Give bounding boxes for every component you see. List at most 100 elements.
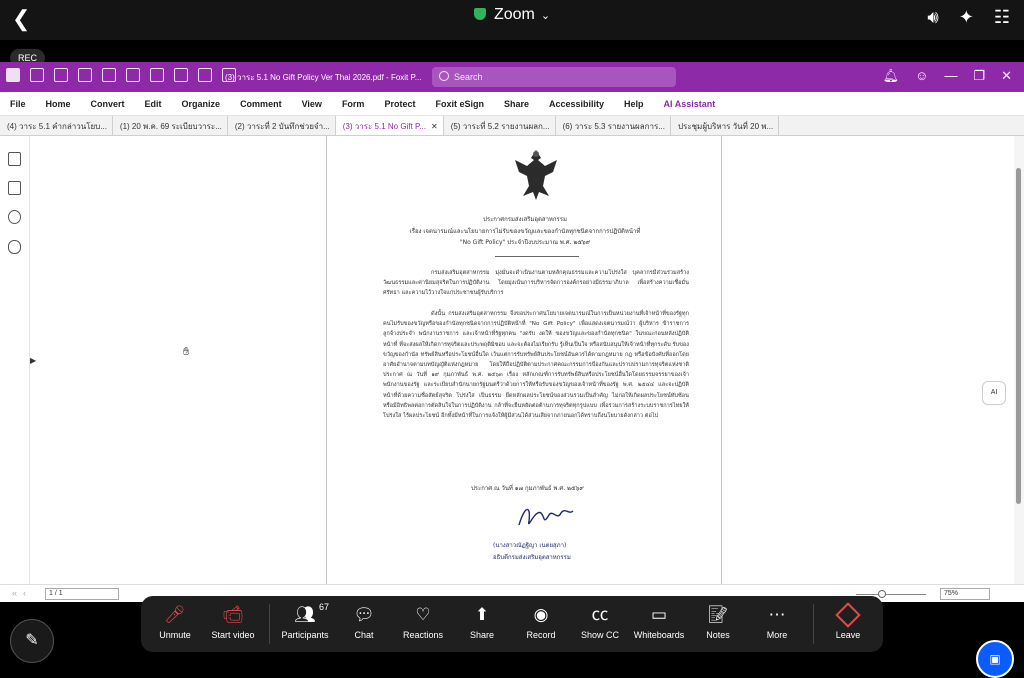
page-number-input[interactable]: 1 / 1 bbox=[45, 588, 119, 600]
camera-floating-button[interactable]: ▣ bbox=[976, 640, 1014, 678]
zoom-level-select[interactable]: 75% bbox=[940, 588, 990, 600]
microphone-muted-icon: 🎤︎ bbox=[164, 605, 186, 624]
search-icon bbox=[439, 71, 449, 81]
redo-icon[interactable] bbox=[174, 68, 188, 82]
chat-button[interactable]: 💬︎ Chat bbox=[335, 604, 393, 640]
attachment-icon[interactable] bbox=[8, 240, 21, 254]
page-nav-arrows[interactable]: «‹ bbox=[12, 588, 32, 598]
start-video-label: Start video bbox=[211, 630, 255, 640]
announcement-subtitle: "No Gift Policy" ประจำปีงบประมาณ พ.ศ. ๒๕… bbox=[459, 239, 591, 246]
bookmark-icon[interactable] bbox=[8, 152, 21, 166]
speaker-icon[interactable]: 🔊︎ bbox=[927, 7, 938, 28]
close-icon[interactable]: ✕ bbox=[1001, 68, 1012, 84]
minimize-icon[interactable]: — bbox=[944, 68, 957, 84]
menu-convert[interactable]: Convert bbox=[91, 99, 125, 109]
doc-tab-active[interactable]: (3) วาระ 5.1 No Gift P... ✕ bbox=[335, 116, 444, 135]
doc-tab[interactable]: (1) 20 พ.ค. 69 ระเบียบวาระ... bbox=[113, 116, 228, 135]
share-button[interactable]: ⬆ Share bbox=[453, 604, 511, 640]
share-label: Share bbox=[469, 630, 495, 640]
more-button[interactable]: ⋯ More bbox=[748, 604, 806, 640]
record-button[interactable]: ◉ Record bbox=[512, 604, 570, 640]
show-cc-label: Show CC bbox=[580, 630, 619, 640]
announcement-heading: ประกาศกรมส่งเสริมอุตสาหกรรม bbox=[483, 216, 567, 223]
chevron-down-icon: ⌄ bbox=[540, 10, 551, 22]
bell-icon[interactable]: 🔔︎ bbox=[883, 68, 900, 84]
annotate-pencil-button[interactable]: ✎ bbox=[10, 619, 54, 663]
comment-icon[interactable] bbox=[8, 210, 21, 224]
zoom-slider-knob[interactable] bbox=[878, 590, 886, 598]
open-folder-icon[interactable] bbox=[30, 68, 44, 82]
notes-icon: 📝︎ bbox=[707, 605, 729, 624]
vertical-scrollbar[interactable] bbox=[1014, 136, 1024, 584]
doc-tab[interactable]: (6) วาระ 5.3 รายงานผลการ... bbox=[556, 116, 671, 135]
menu-share[interactable]: Share bbox=[504, 99, 529, 109]
create-pdf-icon[interactable] bbox=[126, 68, 140, 82]
menu-organize[interactable]: Organize bbox=[182, 99, 221, 109]
navigation-panel bbox=[0, 136, 30, 584]
menu-foxit-esign[interactable]: Foxit eSign bbox=[435, 99, 484, 109]
menu-file[interactable]: File bbox=[10, 99, 26, 109]
unmute-button[interactable]: 🎤︎ Unmute bbox=[146, 604, 204, 640]
pages-icon[interactable] bbox=[8, 181, 21, 195]
whiteboards-button[interactable]: ▭ Whiteboards bbox=[630, 604, 688, 640]
pdf-page: ประกาศกรมส่งเสริมอุตสาหกรรม เรื่อง เจตนา… bbox=[326, 136, 722, 584]
more-label: More bbox=[766, 630, 788, 640]
scrollbar-thumb[interactable] bbox=[1016, 168, 1021, 504]
signer-title: อธิบดีกรมส่งเสริมอุตสาหกรรม bbox=[493, 554, 571, 561]
menu-edit[interactable]: Edit bbox=[145, 99, 162, 109]
menu-form[interactable]: Form bbox=[342, 99, 365, 109]
undo-icon[interactable] bbox=[150, 68, 164, 82]
start-video-button[interactable]: 📹︎ Start video bbox=[204, 604, 262, 640]
menu-home[interactable]: Home bbox=[46, 99, 71, 109]
close-tab-icon[interactable]: ✕ bbox=[431, 122, 438, 131]
record-icon: ◉ bbox=[533, 605, 549, 624]
participants-button[interactable]: 👥︎ Participants bbox=[276, 604, 334, 640]
document-tabs: (4) วาระ 5.1 คำกล่าวนโยบ... (1) 20 พ.ค. … bbox=[0, 116, 1024, 136]
grid-icon[interactable]: ☷ bbox=[994, 7, 1010, 28]
doc-tab[interactable]: ประชุมผู้บริหาร วันที่ 20 พ... bbox=[671, 116, 780, 135]
sparkle-icon[interactable]: ✦ bbox=[959, 7, 974, 28]
expand-panel-icon[interactable]: ▶ bbox=[30, 356, 36, 365]
menu-accessibility[interactable]: Accessibility bbox=[549, 99, 604, 109]
paragraph-intro: กรมส่งเสริมอุตสาหกรรม มุ่งมั่นจะดำเนินงา… bbox=[383, 270, 689, 297]
doc-tab[interactable]: (5) วาระที่ 5.2 รายงานผลก... bbox=[444, 116, 556, 135]
ribbon-menu: File Home Convert Edit Organize Comment … bbox=[0, 92, 1024, 116]
zoom-slider[interactable] bbox=[856, 594, 926, 595]
doc-tab[interactable]: (2) วาระที่ 2 บันทึกช่วยจำ... bbox=[228, 116, 336, 135]
leave-button[interactable]: Leave bbox=[819, 602, 877, 640]
menu-help[interactable]: Help bbox=[624, 99, 644, 109]
video-gap bbox=[0, 40, 1024, 62]
document-title: (3) วาระ 5.1 No Gift Policy Ver Thai 202… bbox=[225, 73, 422, 82]
show-cc-button[interactable]: ㏄ Show CC bbox=[571, 604, 629, 640]
new-file-icon[interactable] bbox=[102, 68, 116, 82]
account-icon[interactable]: ☺ bbox=[915, 68, 928, 84]
menu-protect[interactable]: Protect bbox=[384, 99, 415, 109]
hand-tool-icon[interactable] bbox=[198, 68, 212, 82]
search-box[interactable]: Search bbox=[432, 67, 676, 87]
signature-image bbox=[518, 508, 574, 526]
garuda-emblem bbox=[515, 150, 557, 200]
menu-view[interactable]: View bbox=[302, 99, 322, 109]
notes-label: Notes bbox=[706, 630, 730, 640]
notes-button[interactable]: 📝︎ Notes bbox=[689, 604, 747, 640]
meeting-title[interactable]: Zoom ⌄ bbox=[0, 6, 1024, 24]
doc-tab[interactable]: (4) วาระ 5.1 คำกล่าวนโยบ... bbox=[0, 116, 113, 135]
ai-assistant-headset-icon[interactable]: AI bbox=[982, 381, 1006, 405]
foxit-title-bar: (3) วาระ 5.1 No Gift Policy Ver Thai 202… bbox=[0, 62, 1024, 92]
participants-label: Participants bbox=[281, 630, 329, 640]
print-icon[interactable] bbox=[78, 68, 92, 82]
announcement-subject: เรื่อง เจตนารมณ์และนโยบายการไม่รับของขวั… bbox=[409, 228, 641, 235]
unmute-label: Unmute bbox=[159, 630, 191, 640]
meeting-controls: 🎤︎ Unmute 📹︎ Start video 67 👥︎ Participants… bbox=[141, 596, 883, 652]
restore-icon[interactable]: ❐ bbox=[973, 68, 985, 84]
menu-ai-assistant[interactable]: AI Assistant bbox=[664, 99, 716, 109]
save-icon[interactable] bbox=[54, 68, 68, 82]
separator bbox=[269, 604, 270, 644]
reactions-button[interactable]: ♡ Reactions bbox=[394, 604, 452, 640]
heart-icon: ♡ bbox=[415, 605, 431, 624]
zoom-top-bar: ❮ Zoom ⌄ 🔊︎ ✦ ☷ bbox=[0, 0, 1024, 40]
hand-cursor-icon: ✋︎ bbox=[183, 346, 190, 358]
menu-comment[interactable]: Comment bbox=[240, 99, 282, 109]
leave-icon bbox=[819, 602, 877, 628]
participants-icon: 👥︎ bbox=[294, 605, 316, 624]
